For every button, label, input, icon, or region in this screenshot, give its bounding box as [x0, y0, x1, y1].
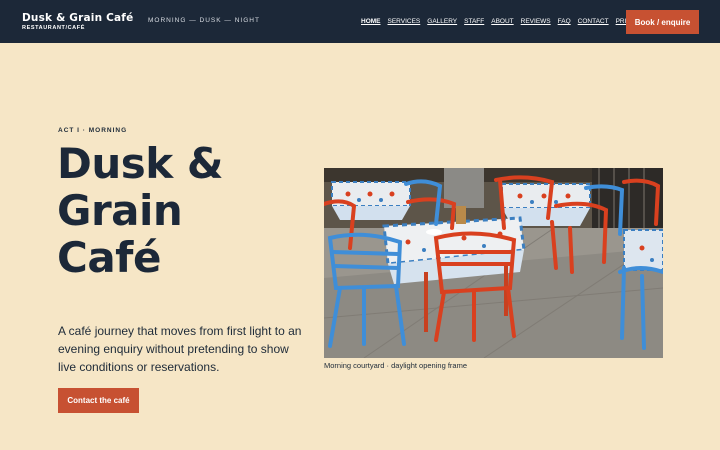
hero-kicker: ACT I · MORNING	[58, 127, 128, 134]
nav-reviews[interactable]: REVIEWS	[521, 18, 551, 25]
brand-name[interactable]: Dusk & Grain Café	[22, 12, 133, 24]
nav-about[interactable]: ABOUT	[491, 18, 513, 25]
nav-faq[interactable]: FAQ	[558, 18, 571, 25]
hero-body: A café journey that moves from first lig…	[58, 324, 302, 374]
main-nav: HOME SERVICES GALLERY STAFF ABOUT REVIEW…	[361, 18, 644, 25]
hero-title: Dusk & Grain Café	[57, 139, 223, 282]
brand[interactable]: Dusk & Grain Café RESTAURANT/CAFÉ	[22, 12, 133, 31]
contact-cafe-button[interactable]: Contact the café	[58, 388, 139, 413]
book-enquire-button[interactable]: Book / enquire	[626, 10, 699, 34]
courtyard-photo	[324, 168, 663, 358]
tagline: MORNING — DUSK — NIGHT	[148, 17, 260, 24]
courtyard-illustration	[324, 168, 663, 358]
nav-staff[interactable]: STAFF	[464, 18, 484, 25]
nav-contact[interactable]: CONTACT	[578, 18, 609, 25]
photo-caption: Morning courtyard · daylight opening fra…	[324, 361, 467, 370]
nav-home[interactable]: HOME	[361, 18, 381, 25]
nav-services[interactable]: SERVICES	[388, 18, 421, 25]
nav-gallery[interactable]: GALLERY	[427, 18, 457, 25]
top-bar: Dusk & Grain Café RESTAURANT/CAFÉ MORNIN…	[0, 0, 720, 43]
brand-subtitle: RESTAURANT/CAFÉ	[22, 25, 85, 31]
